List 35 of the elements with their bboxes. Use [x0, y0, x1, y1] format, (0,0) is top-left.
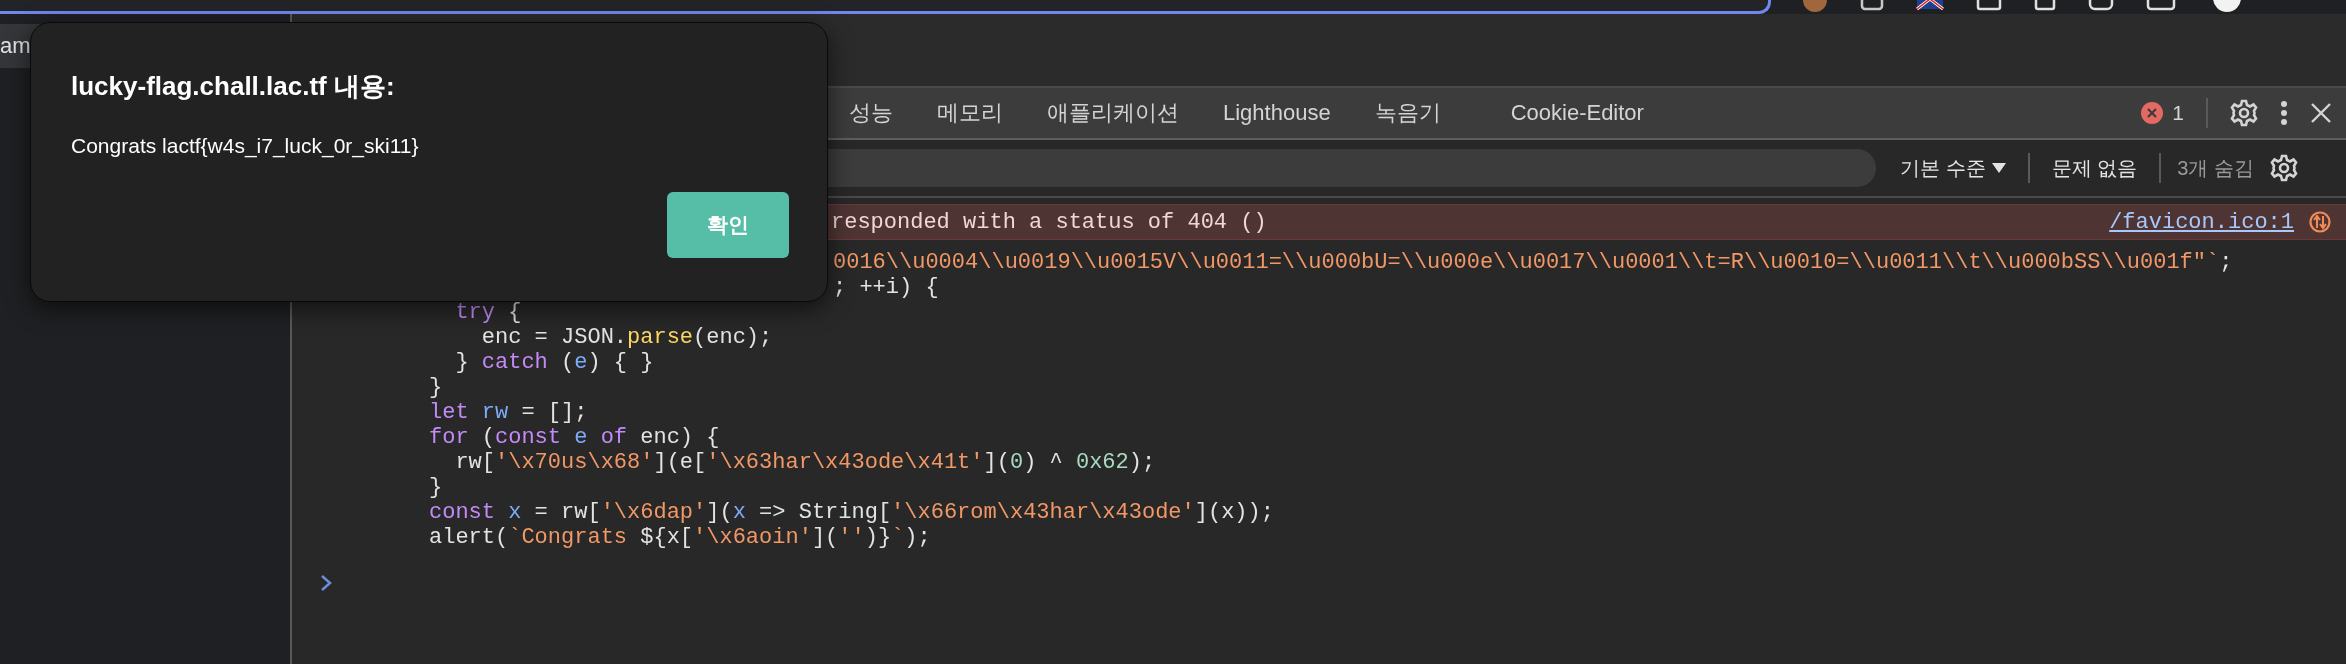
network-icon[interactable]: [2308, 210, 2332, 234]
code-line: try {: [454, 300, 523, 325]
source-link[interactable]: /favicon.ico:1: [2109, 209, 2294, 235]
code-line: enc = JSON.parse(enc);: [480, 325, 774, 350]
more-icon[interactable]: [2280, 100, 2288, 126]
code-line: ; ++i) {: [832, 275, 940, 300]
code-line: alert(`Congrats ${x['\x6aoin']('')}`);: [428, 525, 932, 550]
error-icon[interactable]: [2140, 101, 2165, 125]
settings-icon[interactable]: [2269, 154, 2298, 182]
devtools-tab[interactable]: 성능: [827, 88, 915, 138]
settings-icon[interactable]: [2230, 99, 2258, 127]
prompt-chevron-icon[interactable]: [320, 574, 332, 592]
devtools-tab[interactable]: Lighthouse: [1201, 88, 1353, 138]
code-line: const x = rw['\x6dap'](x => String['\x66rom\x43har\x43ode'](x));: [428, 500, 1275, 525]
code-line: }: [428, 375, 444, 400]
code-line: } catch (e) { }: [454, 350, 655, 375]
code-line: }: [428, 475, 444, 500]
devtools-tab[interactable]: 메모리: [915, 88, 1025, 138]
devtools-tab[interactable]: 녹음기: [1352, 88, 1463, 138]
log-level-dropdown[interactable]: 기본 수준: [1894, 153, 2012, 183]
devtools-tab[interactable]: 애플리케이션: [1025, 88, 1201, 138]
address-bar[interactable]: [0, 0, 1771, 14]
close-icon[interactable]: [2310, 102, 2332, 124]
code-line: rw['\x70us\x68'](e['\x63har\x43ode\x41t'](0) ^ 0x62);: [454, 450, 1157, 475]
dialog-message: Congrats lactf{w4s_i7_luck_0r_ski11}: [71, 134, 420, 158]
hidden-count: 3개 숨김: [2177, 155, 2254, 181]
devtools-tab[interactable]: Cookie-Editor: [1488, 88, 1666, 138]
error-count[interactable]: 1: [2172, 101, 2184, 125]
code-line: 0016\\u0004\\u0019\\u0015V\\u0011=\\u000bU=\\u000e\\u0017\\u0001\\t=R\\u0010=\\u0011\\t\\u000bSS\\u001f"`;: [832, 250, 2234, 275]
dialog-title: lucky-flag.chall.lac.tf 내용:: [71, 70, 396, 103]
code-line: for (const e of enc) {: [428, 425, 721, 450]
issues-button[interactable]: 문제 없음: [2045, 153, 2144, 183]
error-message: responded with a status of 404 (): [831, 209, 1267, 235]
caret-icon[interactable]: [1991, 163, 2006, 173]
code-line: let rw = [];: [428, 400, 589, 425]
